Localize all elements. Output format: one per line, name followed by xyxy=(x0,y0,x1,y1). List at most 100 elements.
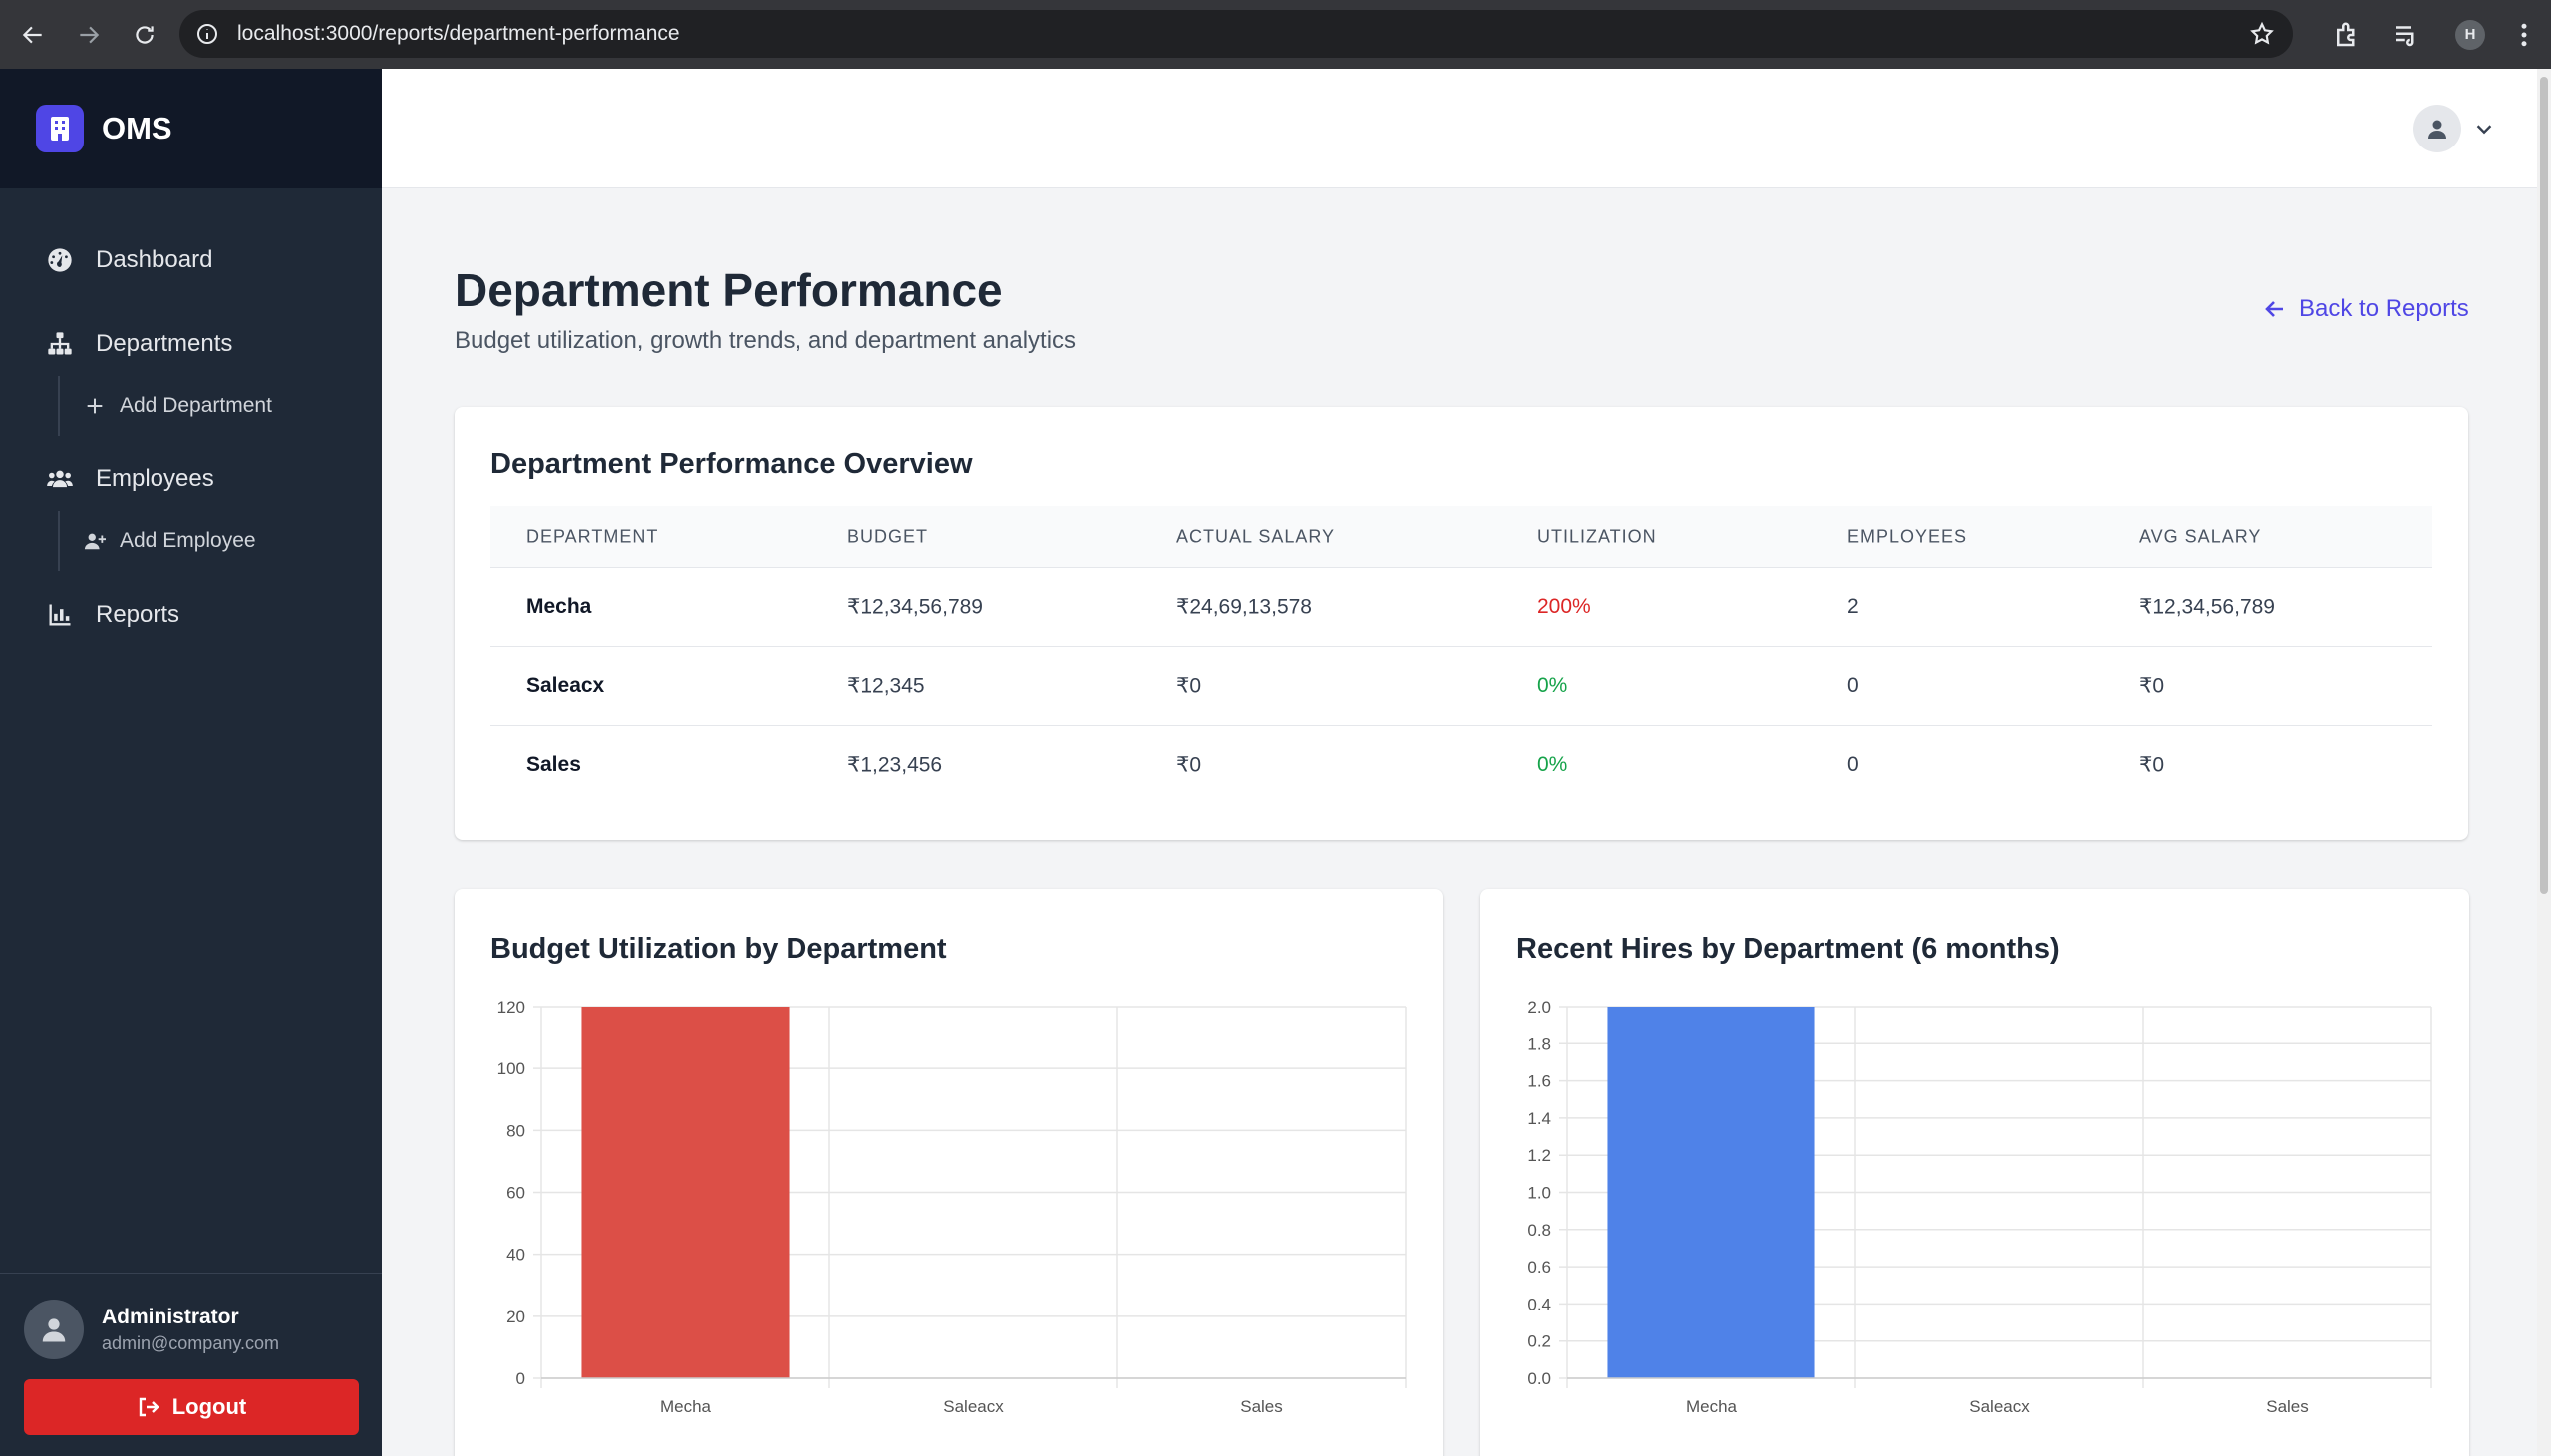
page-title: Department Performance xyxy=(455,264,1003,316)
sidebar-item-label: Add Employee xyxy=(120,529,256,552)
overview-card: Department Performance Overview Departme… xyxy=(455,407,2468,840)
user-icon xyxy=(42,1318,66,1342)
performance-table: Department Budget Actual Salary Utilizat… xyxy=(490,506,2432,804)
bar xyxy=(581,1007,790,1378)
reload-icon[interactable] xyxy=(122,12,167,58)
user-email: admin@company.com xyxy=(102,1332,280,1353)
cell-utilization: 0% xyxy=(1537,674,1568,697)
cell-department: Sales xyxy=(526,752,581,776)
recent-hires-card: Recent Hires by Department (6 months) 0.… xyxy=(1480,889,2469,1456)
avatar xyxy=(2413,105,2461,152)
building-icon xyxy=(36,105,84,152)
brand-name: OMS xyxy=(102,111,172,146)
media-queue-icon[interactable] xyxy=(2392,20,2421,50)
address-url[interactable]: localhost:3000/reports/department-perfor… xyxy=(237,22,680,46)
chevron-down-icon xyxy=(2476,125,2492,135)
back-arrow-icon[interactable] xyxy=(10,12,56,58)
sidebar-item-add-employee[interactable]: Add Employee xyxy=(58,511,382,571)
cell-department: Mecha xyxy=(526,595,592,618)
logout-label: Logout xyxy=(171,1394,247,1419)
y-tick-label: 1.4 xyxy=(1527,1109,1551,1128)
address-bar[interactable]: localhost:3000/reports/department-perfor… xyxy=(179,10,2293,58)
table-row[interactable]: Sales ₹1,23,456 ₹0 0% 0 ₹0 xyxy=(490,726,2432,804)
recent-hires-chart: 0.0 0.2 0.4 0.6 0.8 1.0 1.2 1.4 1.6 1.8 2.0 Mecha Sa… xyxy=(1527,998,2432,1416)
brand[interactable]: OMS xyxy=(0,69,382,188)
cell-employees: 2 xyxy=(1847,595,1859,618)
y-tick-label: 1.6 xyxy=(1527,1072,1551,1091)
logout-button[interactable]: Logout xyxy=(24,1379,359,1435)
cell-employees: 0 xyxy=(1847,752,1859,776)
overview-title: Department Performance Overview xyxy=(490,448,973,480)
table-row[interactable]: Saleacx ₹12,345 ₹0 0% 0 ₹0 xyxy=(490,647,2432,726)
users-icon xyxy=(47,470,73,488)
sidebar: OMS Dashboard Departments Add Department… xyxy=(0,69,382,1456)
cell-utilization: 0% xyxy=(1537,752,1568,776)
user-icon xyxy=(2428,120,2446,139)
budget-utilization-chart: 0 20 40 60 80 100 120 Mecha Saleacx Sales xyxy=(497,998,1407,1416)
y-tick-label: 80 xyxy=(506,1121,525,1140)
back-to-reports-link[interactable]: Back to Reports xyxy=(2263,295,2469,323)
x-tick-label: Saleacx xyxy=(1969,1397,2030,1416)
y-tick-label: 2.0 xyxy=(1527,998,1551,1017)
cell-avg-salary: ₹0 xyxy=(2139,674,2165,698)
y-tick-label: 0 xyxy=(516,1369,525,1388)
plus-icon xyxy=(87,398,103,414)
browser-profile-avatar[interactable]: H xyxy=(2455,19,2485,50)
bookmark-star-icon[interactable] xyxy=(2249,21,2275,47)
cell-budget: ₹12,345 xyxy=(847,674,925,698)
sitemap-icon xyxy=(48,332,72,355)
x-tick-label: Sales xyxy=(1240,1397,1283,1416)
cell-actual-salary: ₹0 xyxy=(1176,753,1202,776)
browser-toolbar: localhost:3000/reports/department-perfor… xyxy=(0,0,2551,69)
y-tick-label: 40 xyxy=(506,1246,525,1265)
y-tick-label: 20 xyxy=(506,1308,525,1326)
sidebar-item-reports[interactable]: Reports xyxy=(0,583,382,647)
avatar xyxy=(24,1300,84,1359)
cell-actual-salary: ₹24,69,13,578 xyxy=(1176,595,1312,619)
column-header: Employees xyxy=(1847,526,1968,546)
site-info-icon[interactable] xyxy=(195,22,219,46)
user-name: Administrator xyxy=(102,1305,239,1328)
cell-budget: ₹1,23,456 xyxy=(847,753,943,776)
column-header: Budget xyxy=(847,526,929,546)
cell-actual-salary: ₹0 xyxy=(1176,674,1202,698)
y-tick-label: 0.0 xyxy=(1527,1369,1551,1388)
cell-employees: 0 xyxy=(1847,674,1859,697)
profile-menu[interactable] xyxy=(2413,105,2495,152)
forward-arrow-icon[interactable] xyxy=(66,12,112,58)
y-tick-label: 120 xyxy=(497,998,525,1017)
x-tick-label: Saleacx xyxy=(943,1397,1004,1416)
extensions-icon[interactable] xyxy=(2332,20,2362,50)
page-scrollbar[interactable] xyxy=(2537,69,2551,1456)
sidebar-item-label: Reports xyxy=(96,601,180,628)
top-bar xyxy=(382,69,2551,188)
cell-department: Saleacx xyxy=(526,674,605,697)
page-subtitle: Budget utilization, growth trends, and d… xyxy=(455,327,1077,354)
bar xyxy=(1607,1007,1815,1378)
sidebar-item-departments[interactable]: Departments xyxy=(0,312,382,376)
budget-utilization-card: Budget Utilization by Department 0 20 40 60… xyxy=(455,889,1443,1456)
y-tick-label: 0.4 xyxy=(1527,1295,1551,1313)
column-header: Utilization xyxy=(1537,526,1657,546)
y-tick-label: 1.0 xyxy=(1527,1184,1551,1203)
column-header: Actual Salary xyxy=(1176,526,1336,546)
table-header: Department Budget Actual Salary Utilizat… xyxy=(490,506,2432,568)
sidebar-item-employees[interactable]: Employees xyxy=(0,447,382,511)
table-row[interactable]: Mecha ₹12,34,56,789 ₹24,69,13,578 200% 2… xyxy=(490,568,2432,647)
scrollbar-thumb[interactable] xyxy=(2540,77,2548,894)
kebab-menu-icon[interactable] xyxy=(2509,20,2539,50)
gauge-icon xyxy=(48,248,72,272)
y-tick-label: 0.2 xyxy=(1527,1332,1551,1351)
cell-utilization: 200% xyxy=(1537,595,1591,618)
sidebar-item-label: Employees xyxy=(96,465,214,492)
cell-budget: ₹12,34,56,789 xyxy=(847,595,983,619)
y-tick-label: 1.8 xyxy=(1527,1034,1551,1053)
sidebar-item-add-department[interactable]: Add Department xyxy=(58,376,382,436)
bar-chart-icon xyxy=(49,604,71,626)
column-header: Department xyxy=(526,526,659,546)
sidebar-item-label: Departments xyxy=(96,330,233,357)
column-header: Avg Salary xyxy=(2139,526,2262,546)
sidebar-item-dashboard[interactable]: Dashboard xyxy=(0,228,382,292)
x-tick-label: Mecha xyxy=(660,1397,712,1416)
y-tick-label: 1.2 xyxy=(1527,1146,1551,1165)
